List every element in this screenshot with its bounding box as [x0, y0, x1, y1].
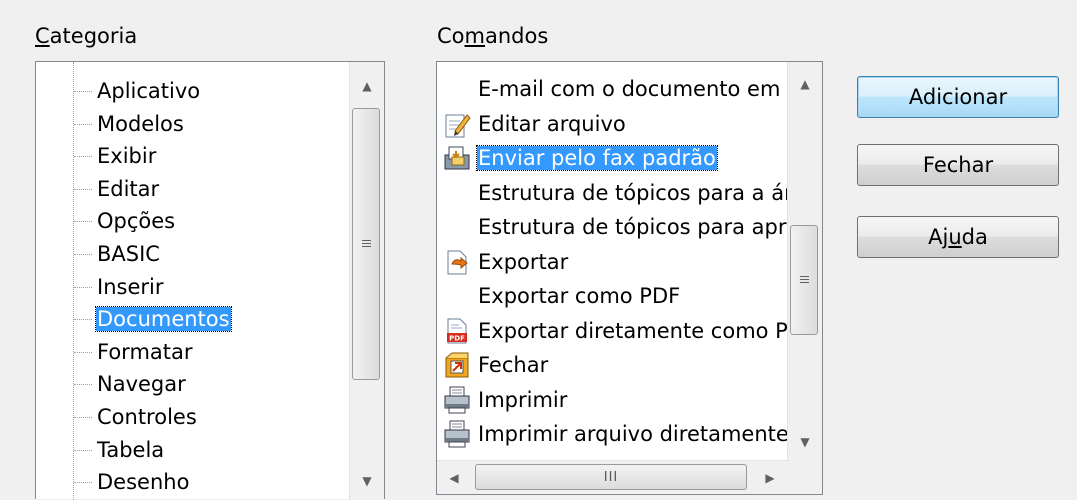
category-item[interactable]: Modelos [74, 109, 185, 140]
category-item-label: Opções [97, 209, 176, 234]
fax-icon [441, 141, 477, 175]
edit-file-icon [441, 107, 477, 141]
category-item-label: Editar [97, 176, 160, 201]
command-item[interactable]: Estrutura de tópicos para apresentação [441, 210, 787, 244]
scroll-right-arrow-icon[interactable]: ▶ [755, 461, 785, 494]
command-item[interactable]: Estrutura de tópicos para a área de tran… [441, 176, 787, 210]
command-item[interactable]: Editar arquivo [441, 107, 787, 141]
scroll-up-arrow-icon[interactable]: ▲ [788, 68, 822, 100]
category-item-label: Desenho [97, 470, 190, 495]
command-item-label: Editar arquivo [478, 111, 626, 136]
category-item[interactable]: Desenho [73, 467, 190, 498]
command-item[interactable]: Exportar [441, 245, 787, 279]
scroll-down-arrow-icon[interactable]: ▼ [788, 426, 822, 458]
command-item[interactable]: PDF Exportar diretamente como PDF [441, 314, 787, 348]
command-item[interactable]: Imprimir [441, 383, 787, 417]
commands-label: Comandos [437, 24, 549, 48]
scrollbar-corner [788, 461, 822, 494]
category-item[interactable]: Formatar [74, 337, 194, 368]
scrollbar-thumb[interactable] [352, 108, 380, 380]
command-item-label: Exportar como PDF [478, 284, 681, 308]
category-item-label: Modelos [97, 111, 184, 136]
command-item-label: Enviar pelo fax padrão [476, 145, 718, 171]
category-item[interactable]: Editar [73, 174, 160, 205]
category-item-label: BASIC [97, 242, 160, 266]
printer-icon [441, 417, 477, 451]
help-button[interactable]: Aj u da [857, 216, 1059, 258]
no-icon-spacer [441, 176, 477, 210]
category-item-label: Tabela [97, 437, 165, 462]
commands-horizontal-scrollbar[interactable]: ◀ III ▶ [437, 460, 789, 494]
command-item-label: Exportar [478, 249, 569, 274]
export-icon [441, 245, 477, 279]
category-item[interactable]: Exibir [73, 141, 157, 172]
close-doc-icon [441, 348, 477, 382]
scrollbar-thumb[interactable] [790, 225, 818, 335]
svg-text:PDF: PDF [449, 334, 465, 342]
no-icon-spacer [441, 72, 477, 106]
category-item[interactable]: Aplicativo [73, 76, 201, 107]
tree-connector [73, 62, 74, 500]
category-vertical-scrollbar[interactable]: ▲ ▼ [349, 62, 384, 500]
scrollbar-thumb[interactable]: III [475, 464, 747, 490]
command-item-label: E-mail com o documento em anexo [478, 77, 787, 101]
add-button[interactable]: Adicionar [857, 76, 1059, 118]
command-item[interactable]: Imprimir arquivo diretamente [441, 417, 787, 451]
category-item-label: Exibir [97, 144, 157, 169]
category-item-label: Controles [97, 405, 197, 429]
category-item[interactable]: Tabela [73, 435, 165, 466]
category-item[interactable]: BASIC [74, 239, 161, 270]
no-icon-spacer [441, 279, 477, 313]
category-item[interactable]: Documentos [74, 304, 232, 335]
command-item-label: Estrutura de tópicos para apresentação [478, 215, 787, 239]
category-item-label: Navegar [97, 372, 186, 397]
category-item-label: Documentos [95, 306, 232, 333]
command-item[interactable]: Fechar [441, 348, 787, 382]
category-list[interactable]: Aplicativo Modelos Exibir Editar Opções BASIC… [35, 61, 385, 500]
category-item-label: Inserir [97, 274, 164, 299]
command-item[interactable]: E-mail com o documento em anexo [441, 72, 787, 106]
scroll-up-arrow-icon[interactable]: ▲ [350, 70, 384, 102]
category-item-label: Aplicativo [97, 79, 201, 103]
command-item-label: Exportar diretamente como PDF [478, 318, 787, 343]
no-icon-spacer [441, 210, 477, 244]
category-item[interactable]: Inserir [73, 272, 164, 303]
close-button[interactable]: Fechar [857, 144, 1059, 186]
category-item[interactable]: Navegar [74, 369, 187, 400]
scroll-left-arrow-icon[interactable]: ◀ [439, 461, 469, 494]
printer-icon [441, 383, 477, 417]
command-item[interactable]: Exportar como PDF [441, 279, 787, 313]
category-item[interactable]: Controles [74, 402, 198, 433]
command-item-label: Imprimir [478, 387, 568, 412]
command-item-label: Estrutura de tópicos para a área de tran… [478, 180, 787, 205]
commands-list[interactable]: E-mail com o documento em anexo Editar ar… [436, 61, 823, 495]
command-item[interactable]: Enviar pelo fax padrão [441, 141, 787, 175]
category-label: Categoria [35, 24, 138, 48]
category-item-label: Formatar [97, 339, 193, 364]
command-item-label: Imprimir arquivo diretamente [478, 422, 787, 446]
category-item[interactable]: Opções [73, 206, 176, 237]
command-item-label: Fechar [478, 353, 549, 377]
scroll-down-arrow-icon[interactable]: ▼ [350, 465, 384, 497]
commands-vertical-scrollbar[interactable]: ▲ ▼ [787, 62, 822, 462]
pdf-icon: PDF [441, 314, 477, 348]
